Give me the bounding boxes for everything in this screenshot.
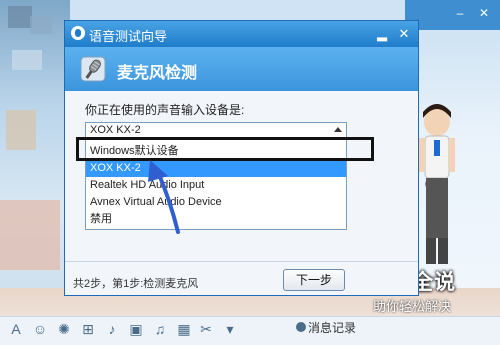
- annotation-arrow: [148, 160, 180, 234]
